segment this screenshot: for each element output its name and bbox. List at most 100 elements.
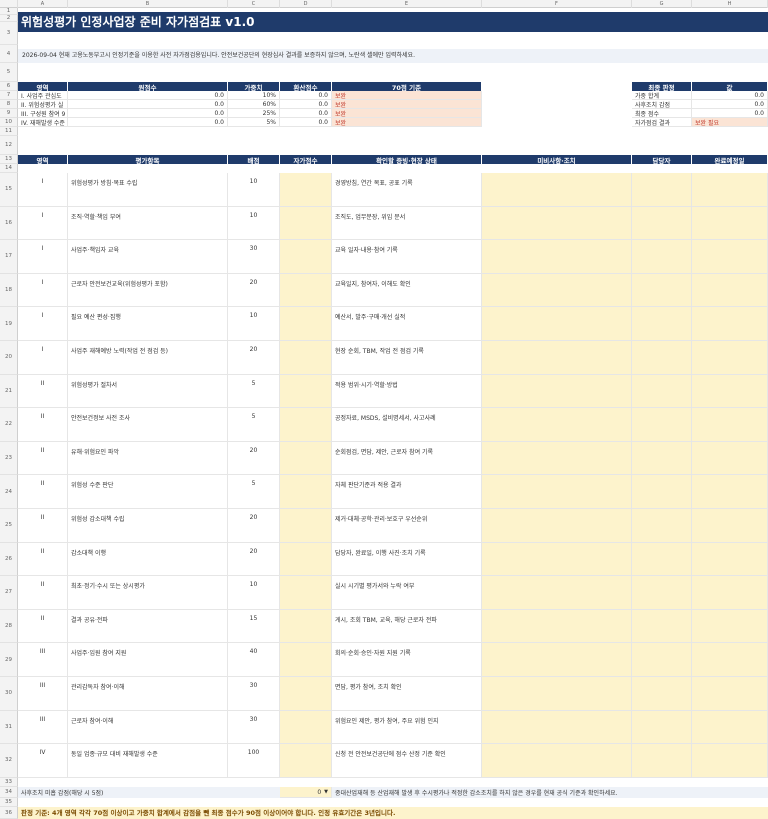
penalty-input[interactable]: 0 ▼ [280,787,332,798]
dropdown-arrow-icon[interactable]: ▼ [324,789,328,795]
verdict-value[interactable]: 0.0 [692,91,768,100]
row-number[interactable]: 31 [0,710,18,745]
column-header-a[interactable]: A [18,0,68,8]
deficiency-input[interactable] [482,206,632,241]
self-score-input[interactable] [280,408,332,442]
row-area[interactable]: I [18,206,68,241]
row-item[interactable]: 근로자 참여·이해 [68,710,228,745]
deficiency-input[interactable] [482,307,632,341]
self-score-input[interactable] [280,206,332,241]
self-score-input[interactable] [280,475,332,509]
due-date-input[interactable] [692,240,768,274]
row-number[interactable]: 12 [0,136,18,155]
summary-raw-score[interactable]: 0.0 [68,100,228,109]
deficiency-input[interactable] [482,509,632,543]
row-points[interactable]: 5 [228,475,280,509]
verdict-label[interactable]: 사후조치 감점 [632,100,692,109]
row-number[interactable]: 1 [0,8,18,15]
self-score-input[interactable] [280,609,332,644]
summary-area[interactable]: I. 사업주 관심도 [18,91,68,100]
owner-input[interactable] [632,408,692,442]
row-item[interactable]: 최초·정기·수시 또는 상시평가 [68,576,228,610]
row-number[interactable]: 3 [0,22,18,45]
row-points[interactable]: 10 [228,307,280,341]
row-area[interactable]: I [18,173,68,207]
self-score-input[interactable] [280,710,332,745]
row-points[interactable]: 20 [228,341,280,375]
table-header-area[interactable]: 영역 [18,155,68,165]
deficiency-input[interactable] [482,341,632,375]
due-date-input[interactable] [692,576,768,610]
row-number[interactable]: 2 [0,15,18,22]
self-score-input[interactable] [280,341,332,375]
row-evidence[interactable]: 예산서, 발주·구매·개선 실적 [332,307,482,341]
row-area[interactable]: I [18,273,68,308]
row-points[interactable]: 5 [228,374,280,409]
row-area[interactable]: II [18,542,68,577]
row-points[interactable]: 20 [228,542,280,577]
row-points[interactable]: 10 [228,173,280,207]
row-points[interactable]: 20 [228,273,280,308]
row-number[interactable]: 24 [0,475,18,509]
deficiency-input[interactable] [482,475,632,509]
row-evidence[interactable]: 현장 순회, TBM, 작업 전 점검 기록 [332,341,482,375]
row-points[interactable]: 20 [228,441,280,476]
owner-input[interactable] [632,240,692,274]
row-item[interactable]: 위험성평가 방침·목표 수립 [68,173,228,207]
row-item[interactable]: 필요 예산 편성·집행 [68,307,228,341]
row-number[interactable]: 22 [0,408,18,442]
row-item[interactable]: 위험성평가 절차서 [68,374,228,409]
deficiency-input[interactable] [482,240,632,274]
due-date-input[interactable] [692,643,768,677]
owner-input[interactable] [632,273,692,308]
row-points[interactable]: 5 [228,408,280,442]
due-date-input[interactable] [692,609,768,644]
summary-weight[interactable]: 10% [228,91,280,100]
usage-note[interactable]: 2026-09-04 현재 고용노동부고시 인정기준을 이용한 사전 자가점검용… [18,49,768,63]
row-item[interactable]: 위험성 수준 판단 [68,475,228,509]
row-points[interactable]: 15 [228,609,280,644]
row-number[interactable]: 36 [0,807,18,819]
row-item[interactable]: 안전보건정보 사전 조사 [68,408,228,442]
owner-input[interactable] [632,576,692,610]
verdict-value[interactable]: 0.0 [692,100,768,109]
row-area[interactable]: I [18,341,68,375]
owner-input[interactable] [632,206,692,241]
deficiency-input[interactable] [482,744,632,778]
row-number[interactable]: 5 [0,63,18,82]
column-header-g[interactable]: G [632,0,692,8]
row-number[interactable]: 6 [0,82,18,91]
owner-input[interactable] [632,441,692,476]
deficiency-input[interactable] [482,408,632,442]
row-points[interactable]: 30 [228,710,280,745]
row-item[interactable]: 유해·위험요인 파악 [68,441,228,476]
row-evidence[interactable]: 경영방침, 연간 목표, 공표 기록 [332,173,482,207]
owner-input[interactable] [632,677,692,711]
row-area[interactable]: II [18,475,68,509]
due-date-input[interactable] [692,173,768,207]
row-evidence[interactable]: 실시 시기별 평가서와 누락 여부 [332,576,482,610]
summary-area[interactable]: II. 위험성평가 실 [18,100,68,109]
row-points[interactable]: 10 [228,206,280,241]
summary-weight[interactable]: 25% [228,109,280,118]
due-date-input[interactable] [692,542,768,577]
verdict-header-label[interactable]: 최종 판정 [632,82,692,92]
self-score-input[interactable] [280,441,332,476]
self-score-input[interactable] [280,643,332,677]
row-evidence[interactable]: 면담, 평가 참여, 조치 확인 [332,677,482,711]
row-item[interactable]: 감소대책 이행 [68,542,228,577]
verdict-value[interactable]: 0.0 [692,109,768,118]
owner-input[interactable] [632,173,692,207]
verdict-label[interactable]: 가중 합계 [632,91,692,100]
row-item[interactable]: 사업주 재해예방 노력(작업 전 점검 등) [68,341,228,375]
self-score-input[interactable] [280,273,332,308]
column-header-f[interactable]: F [482,0,632,8]
summary-converted-score[interactable]: 0.0 [280,91,332,100]
row-number[interactable]: 16 [0,206,18,241]
due-date-input[interactable] [692,677,768,711]
self-score-input[interactable] [280,374,332,409]
column-header-h[interactable]: H [692,0,768,8]
row-area[interactable]: II [18,576,68,610]
row-area[interactable]: II [18,374,68,409]
due-date-input[interactable] [692,441,768,476]
